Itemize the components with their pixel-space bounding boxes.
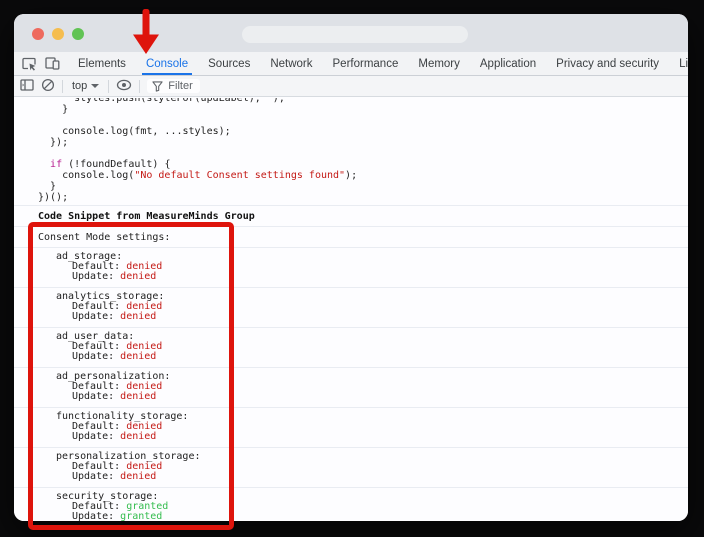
consent-value: denied — [120, 471, 157, 482]
context-selector-label: top — [72, 80, 88, 92]
browser-devtools-window: Elements Console Sources Network Performance… — [14, 14, 688, 521]
consent-line: Update: denied — [72, 351, 157, 362]
snippet-credit-log: Code Snippet from MeasureMinds Group — [14, 206, 688, 227]
filter-label: Filter — [168, 80, 193, 92]
consent-group-ad_user_data: ad_user_data: Default: denied Update: deni… — [14, 328, 688, 368]
code-line: } — [38, 104, 69, 115]
consent-line: Update: denied — [72, 391, 157, 402]
consent-line: Update: granted — [72, 511, 163, 522]
devtools-tabs: Elements Console Sources Network Performance… — [68, 52, 688, 75]
tab-performance[interactable]: Performance — [323, 52, 409, 75]
window-titlebar — [14, 14, 688, 52]
console-toolbar: top Filter — [14, 76, 688, 97]
minimize-window-button[interactable] — [52, 28, 64, 40]
toolbar-separator — [108, 79, 110, 93]
consent-value: denied — [120, 311, 157, 322]
filter-funnel-icon — [152, 80, 163, 92]
console-sidebar-icon[interactable] — [20, 78, 34, 94]
filter-input[interactable]: Filter — [147, 79, 200, 93]
address-bar-pill[interactable] — [242, 26, 468, 43]
close-window-button[interactable] — [32, 28, 44, 40]
consent-value: denied — [120, 351, 157, 362]
consent-value: denied — [120, 271, 157, 282]
toolbar-separator — [139, 79, 141, 93]
consent-value: denied — [120, 431, 157, 442]
inspect-element-icon[interactable] — [22, 57, 36, 71]
tab-sources[interactable]: Sources — [198, 52, 260, 75]
consent-value: granted — [120, 511, 163, 522]
tab-memory[interactable]: Memory — [408, 52, 470, 75]
live-expression-eye-icon[interactable] — [116, 79, 132, 94]
tab-elements[interactable]: Elements — [68, 52, 136, 75]
clear-console-icon[interactable] — [41, 78, 55, 95]
consent-group-personalization_storage: personalization_storage: Default: denied U… — [14, 448, 688, 488]
traffic-lights — [32, 28, 84, 40]
consent-group-analytics_storage: analytics_storage: Default: denied Update:… — [14, 288, 688, 328]
code-line: console.log("No default Consent settings… — [38, 170, 358, 181]
tab-console[interactable]: Console — [136, 52, 198, 75]
code-line: })(); — [38, 192, 69, 203]
consent-line: Update: denied — [72, 271, 157, 282]
chevron-down-icon — [91, 84, 100, 88]
tab-application[interactable]: Application — [470, 52, 546, 75]
consent-line: Update: denied — [72, 311, 157, 322]
tab-lighthouse[interactable]: Lighthouse — [669, 52, 688, 75]
code-line: console.log(fmt, ...styles); — [38, 126, 231, 137]
consent-line: Update: denied — [72, 471, 157, 482]
consent-log-list: ad_storage: Default: denied Update: denied… — [14, 248, 688, 521]
consent-value: denied — [120, 391, 157, 402]
context-selector[interactable]: top — [70, 80, 101, 92]
tab-network[interactable]: Network — [260, 52, 322, 75]
consent-group-functionality_storage: functionality_storage: Default: denied Upd… — [14, 408, 688, 448]
consent-line: Update: denied — [72, 431, 157, 442]
devtools-tabbar: Elements Console Sources Network Performance… — [14, 52, 688, 76]
tab-privacy-and-security[interactable]: Privacy and security — [546, 52, 669, 75]
device-toolbar-icon[interactable] — [45, 57, 60, 70]
consent-group-security_storage: security_storage: Default: granted Update:… — [14, 488, 688, 522]
consent-group-ad_storage: ad_storage: Default: denied Update: denied — [14, 248, 688, 288]
code-line: }); — [38, 137, 69, 148]
console-code-entry: styles.push(styleFor(updLabel), "); } co… — [14, 97, 688, 206]
consent-group-ad_personalization: ad_personalization: Default: denied Update… — [14, 368, 688, 408]
console-output: styles.push(styleFor(updLabel), "); } co… — [14, 97, 688, 521]
code-line: if (!foundDefault) { — [50, 159, 171, 170]
consent-header-log: Consent Mode settings: — [14, 227, 688, 248]
toolbar-separator — [62, 79, 63, 93]
code-line: } — [38, 181, 57, 192]
screenshot-stage: Elements Console Sources Network Performance… — [0, 0, 704, 537]
zoom-window-button[interactable] — [72, 28, 84, 40]
